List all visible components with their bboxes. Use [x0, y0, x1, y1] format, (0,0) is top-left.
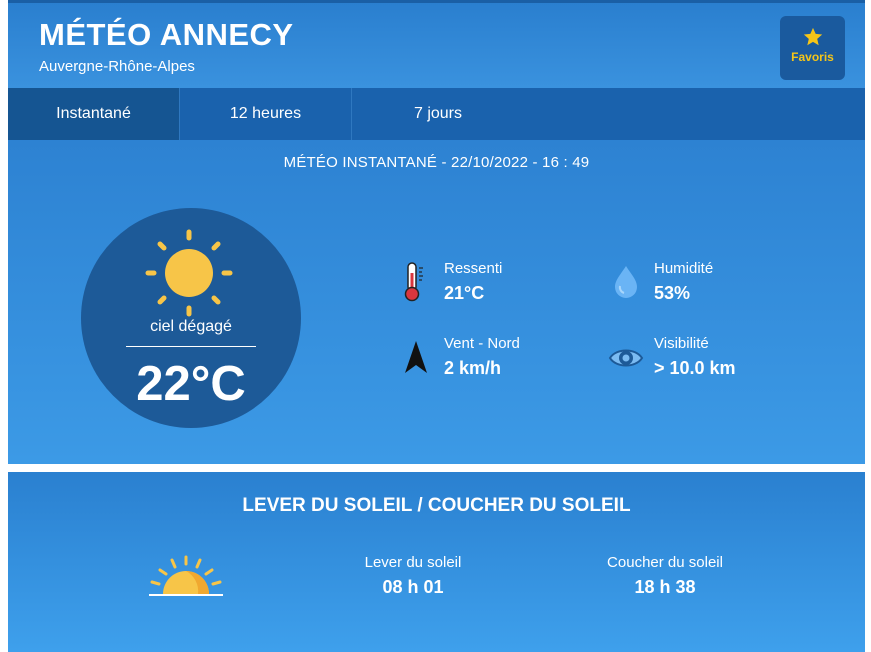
humidity-value: 53% [654, 283, 691, 303]
section-divider [8, 464, 865, 472]
app-header: MÉTÉO ANNECY Auvergne-Rhône-Alpes Favori… [8, 0, 865, 88]
wind-label: Vent - Nord [444, 335, 520, 352]
tab-instantane[interactable]: Instantané [8, 88, 180, 140]
tab-7-jours[interactable]: 7 jours [352, 88, 524, 140]
visibility-value: > 10.0 km [654, 358, 736, 378]
condition-divider [126, 346, 256, 347]
feels-like-value: 21°C [444, 283, 485, 303]
current-weather-heading: MÉTÉO INSTANTANÉ - 22/10/2022 - 16 : 49 [283, 154, 590, 171]
water-drop-icon [613, 264, 639, 305]
favorites-button[interactable]: Favoris [780, 16, 845, 80]
star-icon [780, 26, 845, 48]
sunset-icon [146, 554, 226, 598]
humidity-label: Humidité [654, 260, 714, 277]
sunrise-label: Lever du soleil [364, 554, 462, 571]
current-condition-circle: ciel dégagé 22°C [81, 208, 301, 428]
eye-icon [608, 345, 644, 376]
tab-12-heures[interactable]: 12 heures [180, 88, 352, 140]
page-title: MÉTÉO ANNECY [39, 17, 294, 52]
sunrise-sunset-heading: LEVER DU SOLEIL / COUCHER DU SOLEIL [242, 495, 631, 516]
sunset-block: Coucher du soleil 18 h 38 [580, 554, 750, 598]
region-subtitle: Auvergne-Rhône-Alpes [39, 58, 195, 75]
sunrise-sunset-panel: LEVER DU SOLEIL / COUCHER DU SOLEIL Leve… [8, 472, 865, 652]
sunrise-value: 08 h 01 [382, 577, 444, 597]
wind-direction-arrow-icon [403, 339, 429, 380]
thermometer-icon [402, 261, 426, 308]
current-weather-panel: MÉTÉO INSTANTANÉ - 22/10/2022 - 16 : 49 [8, 140, 865, 464]
condition-text: ciel dégagé [150, 318, 232, 335]
tab-bar: Instantané 12 heures 7 jours [8, 88, 865, 140]
sunrise-block: Lever du soleil 08 h 01 [333, 554, 493, 598]
sun-icon [144, 228, 234, 318]
wind-value: 2 km/h [444, 358, 502, 378]
current-temperature: 22°C [136, 357, 246, 411]
visibility-label: Visibilité [654, 335, 709, 352]
feels-like-label: Ressenti [444, 260, 503, 277]
sunset-value: 18 h 38 [634, 577, 696, 597]
favorites-label: Favoris [791, 50, 834, 64]
sunset-label: Coucher du soleil [607, 554, 723, 571]
